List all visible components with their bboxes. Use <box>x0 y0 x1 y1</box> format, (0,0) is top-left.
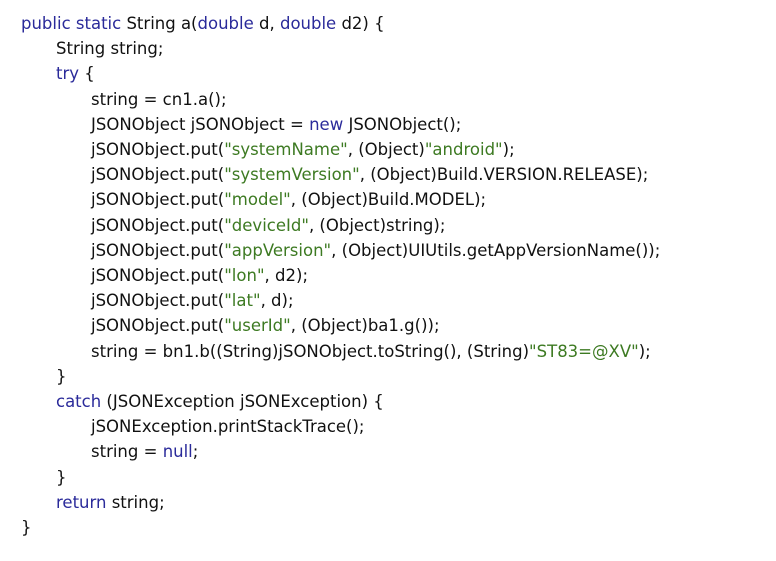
code-keyword: double <box>279 14 337 33</box>
code-string-literal: "systemVersion" <box>224 165 360 185</box>
code-keyword: try <box>56 64 80 84</box>
code-keyword: public <box>21 14 71 33</box>
code-keyword: static <box>75 14 122 33</box>
code-keyword: catch <box>56 392 102 411</box>
code-keyword: double <box>197 14 254 33</box>
code-text: (JSONException jSONException) { <box>101 392 384 411</box>
code-text: string = <box>91 442 163 462</box>
code-string-literal: "appVersion" <box>224 240 332 260</box>
code-text: } <box>21 518 32 537</box>
code-string-literal: "deviceId" <box>224 215 309 235</box>
code-line: public static String a(double d, double … <box>21 11 385 36</box>
code-keyword: return <box>56 492 107 512</box>
code-line: } <box>21 515 32 540</box>
code-text: jSONObject.put( <box>91 316 225 336</box>
code-string-literal: "systemName" <box>224 140 348 159</box>
code-text: ); <box>638 341 651 361</box>
code-text: jSONObject.put( <box>91 165 225 185</box>
code-text: , (Object)string); <box>308 215 446 235</box>
code-text: , d); <box>260 291 294 311</box>
code-view: public static String a(double d, double … <box>0 0 776 561</box>
code-line: String string; <box>56 36 163 61</box>
code-line: jSONObject.put("model", (Object)Build.MO… <box>91 187 486 212</box>
code-text: ; <box>192 442 199 462</box>
code-line: jSONException.printStackTrace(); <box>91 414 365 439</box>
code-text: string = cn1.a(); <box>91 89 227 109</box>
code-text: d2) { <box>336 14 385 33</box>
code-string-literal: "userId" <box>224 316 291 336</box>
code-text: , (Object) <box>347 140 425 159</box>
code-line: string = bn1.b((String)jSONObject.toStri… <box>91 339 651 364</box>
code-line: jSONObject.put("systemVersion", (Object)… <box>91 162 648 187</box>
code-line: jSONObject.put("userId", (Object)ba1.g()… <box>91 313 440 338</box>
code-text: jSONObject.put( <box>91 140 225 159</box>
code-text: jSONObject.put( <box>91 291 225 311</box>
code-line: jSONObject.put("deviceId", (Object)strin… <box>91 213 445 238</box>
code-line: JSONObject jSONObject = new JSONObject()… <box>91 112 461 137</box>
code-text: } <box>56 366 67 386</box>
code-line: } <box>56 465 67 490</box>
code-text: , (Object)Build.VERSION.RELEASE); <box>359 165 649 185</box>
code-keyword: null <box>162 442 193 462</box>
code-text: jSONObject.put( <box>91 240 225 260</box>
code-text: } <box>56 467 67 487</box>
code-string-literal: "lat" <box>224 291 261 311</box>
code-line: } <box>56 364 67 389</box>
code-text: , (Object)UIUtils.getAppVersionName()); <box>331 240 661 260</box>
code-line: string = cn1.a(); <box>91 87 227 112</box>
code-line: return string; <box>56 490 165 515</box>
code-text: jSONObject.put( <box>91 215 225 235</box>
code-text: String a( <box>121 14 198 33</box>
code-string-literal: "android" <box>424 140 503 159</box>
code-text: JSONObject jSONObject = <box>91 114 310 134</box>
code-text: jSONException.printStackTrace(); <box>91 417 365 437</box>
code-text: string = bn1.b((String)jSONObject.toStri… <box>91 341 530 361</box>
code-line: catch (JSONException jSONException) { <box>56 389 384 414</box>
code-text: JSONObject(); <box>343 114 462 134</box>
code-string-literal: "lon" <box>224 266 265 285</box>
code-line: jSONObject.put("lon", d2); <box>91 263 308 288</box>
code-text: d, <box>253 14 280 33</box>
code-line: string = null; <box>91 439 198 464</box>
code-text: { <box>79 64 95 84</box>
code-line: try { <box>56 61 95 86</box>
code-text: , (Object)Build.MODEL); <box>290 190 487 210</box>
code-text: jSONObject.put( <box>91 266 225 285</box>
code-text: String string; <box>56 39 164 59</box>
code-text: ); <box>502 140 515 159</box>
code-string-literal: "ST83=@XV" <box>529 341 639 361</box>
code-text: , d2); <box>264 266 309 285</box>
code-line: jSONObject.put("lat", d); <box>91 288 294 313</box>
code-line: jSONObject.put("systemName", (Object)"an… <box>91 137 515 162</box>
code-text: , (Object)ba1.g()); <box>290 316 440 336</box>
code-text: string; <box>106 492 165 512</box>
code-string-literal: "model" <box>224 190 291 210</box>
code-line: jSONObject.put("appVersion", (Object)UIU… <box>91 238 660 263</box>
code-text: jSONObject.put( <box>91 190 225 210</box>
code-keyword: new <box>309 114 344 134</box>
